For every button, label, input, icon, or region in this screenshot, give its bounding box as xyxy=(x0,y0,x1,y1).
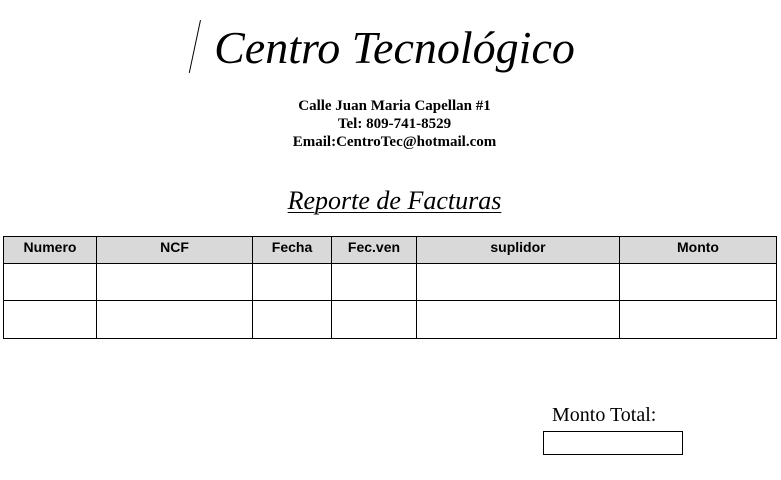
report-title-text: Reporte de Facturas xyxy=(287,186,502,215)
column-header-fec-ven: Fec.ven xyxy=(331,236,417,264)
table-cell-fecha xyxy=(252,300,332,339)
table-cell-suplidor xyxy=(416,300,620,339)
table-cell-numero xyxy=(3,300,97,339)
table-cell-monto xyxy=(619,263,777,301)
table-cell-ncf xyxy=(96,300,253,339)
table-cell-ncf xyxy=(96,263,253,301)
table-cell-monto xyxy=(619,300,777,339)
table-row xyxy=(3,300,777,339)
column-header-monto: Monto xyxy=(619,236,777,264)
company-email: Email:CentroTec@hotmail.com xyxy=(292,134,497,150)
column-header-ncf: NCF xyxy=(96,236,253,264)
company-contact-block: Calle Juan Maria Capellan #1 Tel: 809-74… xyxy=(0,97,781,151)
company-phone: Tel: 809-741-8529 xyxy=(337,116,452,132)
table-cell-fecha xyxy=(252,263,332,301)
column-header-numero: Numero xyxy=(3,236,97,264)
table-cell-fec-ven xyxy=(331,300,417,339)
report-title: Reporte de Facturas xyxy=(0,185,781,217)
table-row xyxy=(3,263,777,301)
table-cell-fec-ven xyxy=(331,263,417,301)
table-header-row: Numero NCF Fecha Fec.ven suplidor Monto xyxy=(3,236,777,264)
table-cell-suplidor xyxy=(416,263,620,301)
column-header-suplidor: suplidor xyxy=(416,236,620,264)
invoice-table: Numero NCF Fecha Fec.ven suplidor Monto xyxy=(3,236,777,339)
total-amount-label: Monto Total: xyxy=(552,404,657,426)
total-amount-field xyxy=(543,431,683,455)
company-name: Centro Tecnológico xyxy=(214,22,575,73)
table-cell-numero xyxy=(3,263,97,301)
column-header-fecha: Fecha xyxy=(252,236,332,264)
company-address: Calle Juan Maria Capellan #1 xyxy=(298,98,491,114)
